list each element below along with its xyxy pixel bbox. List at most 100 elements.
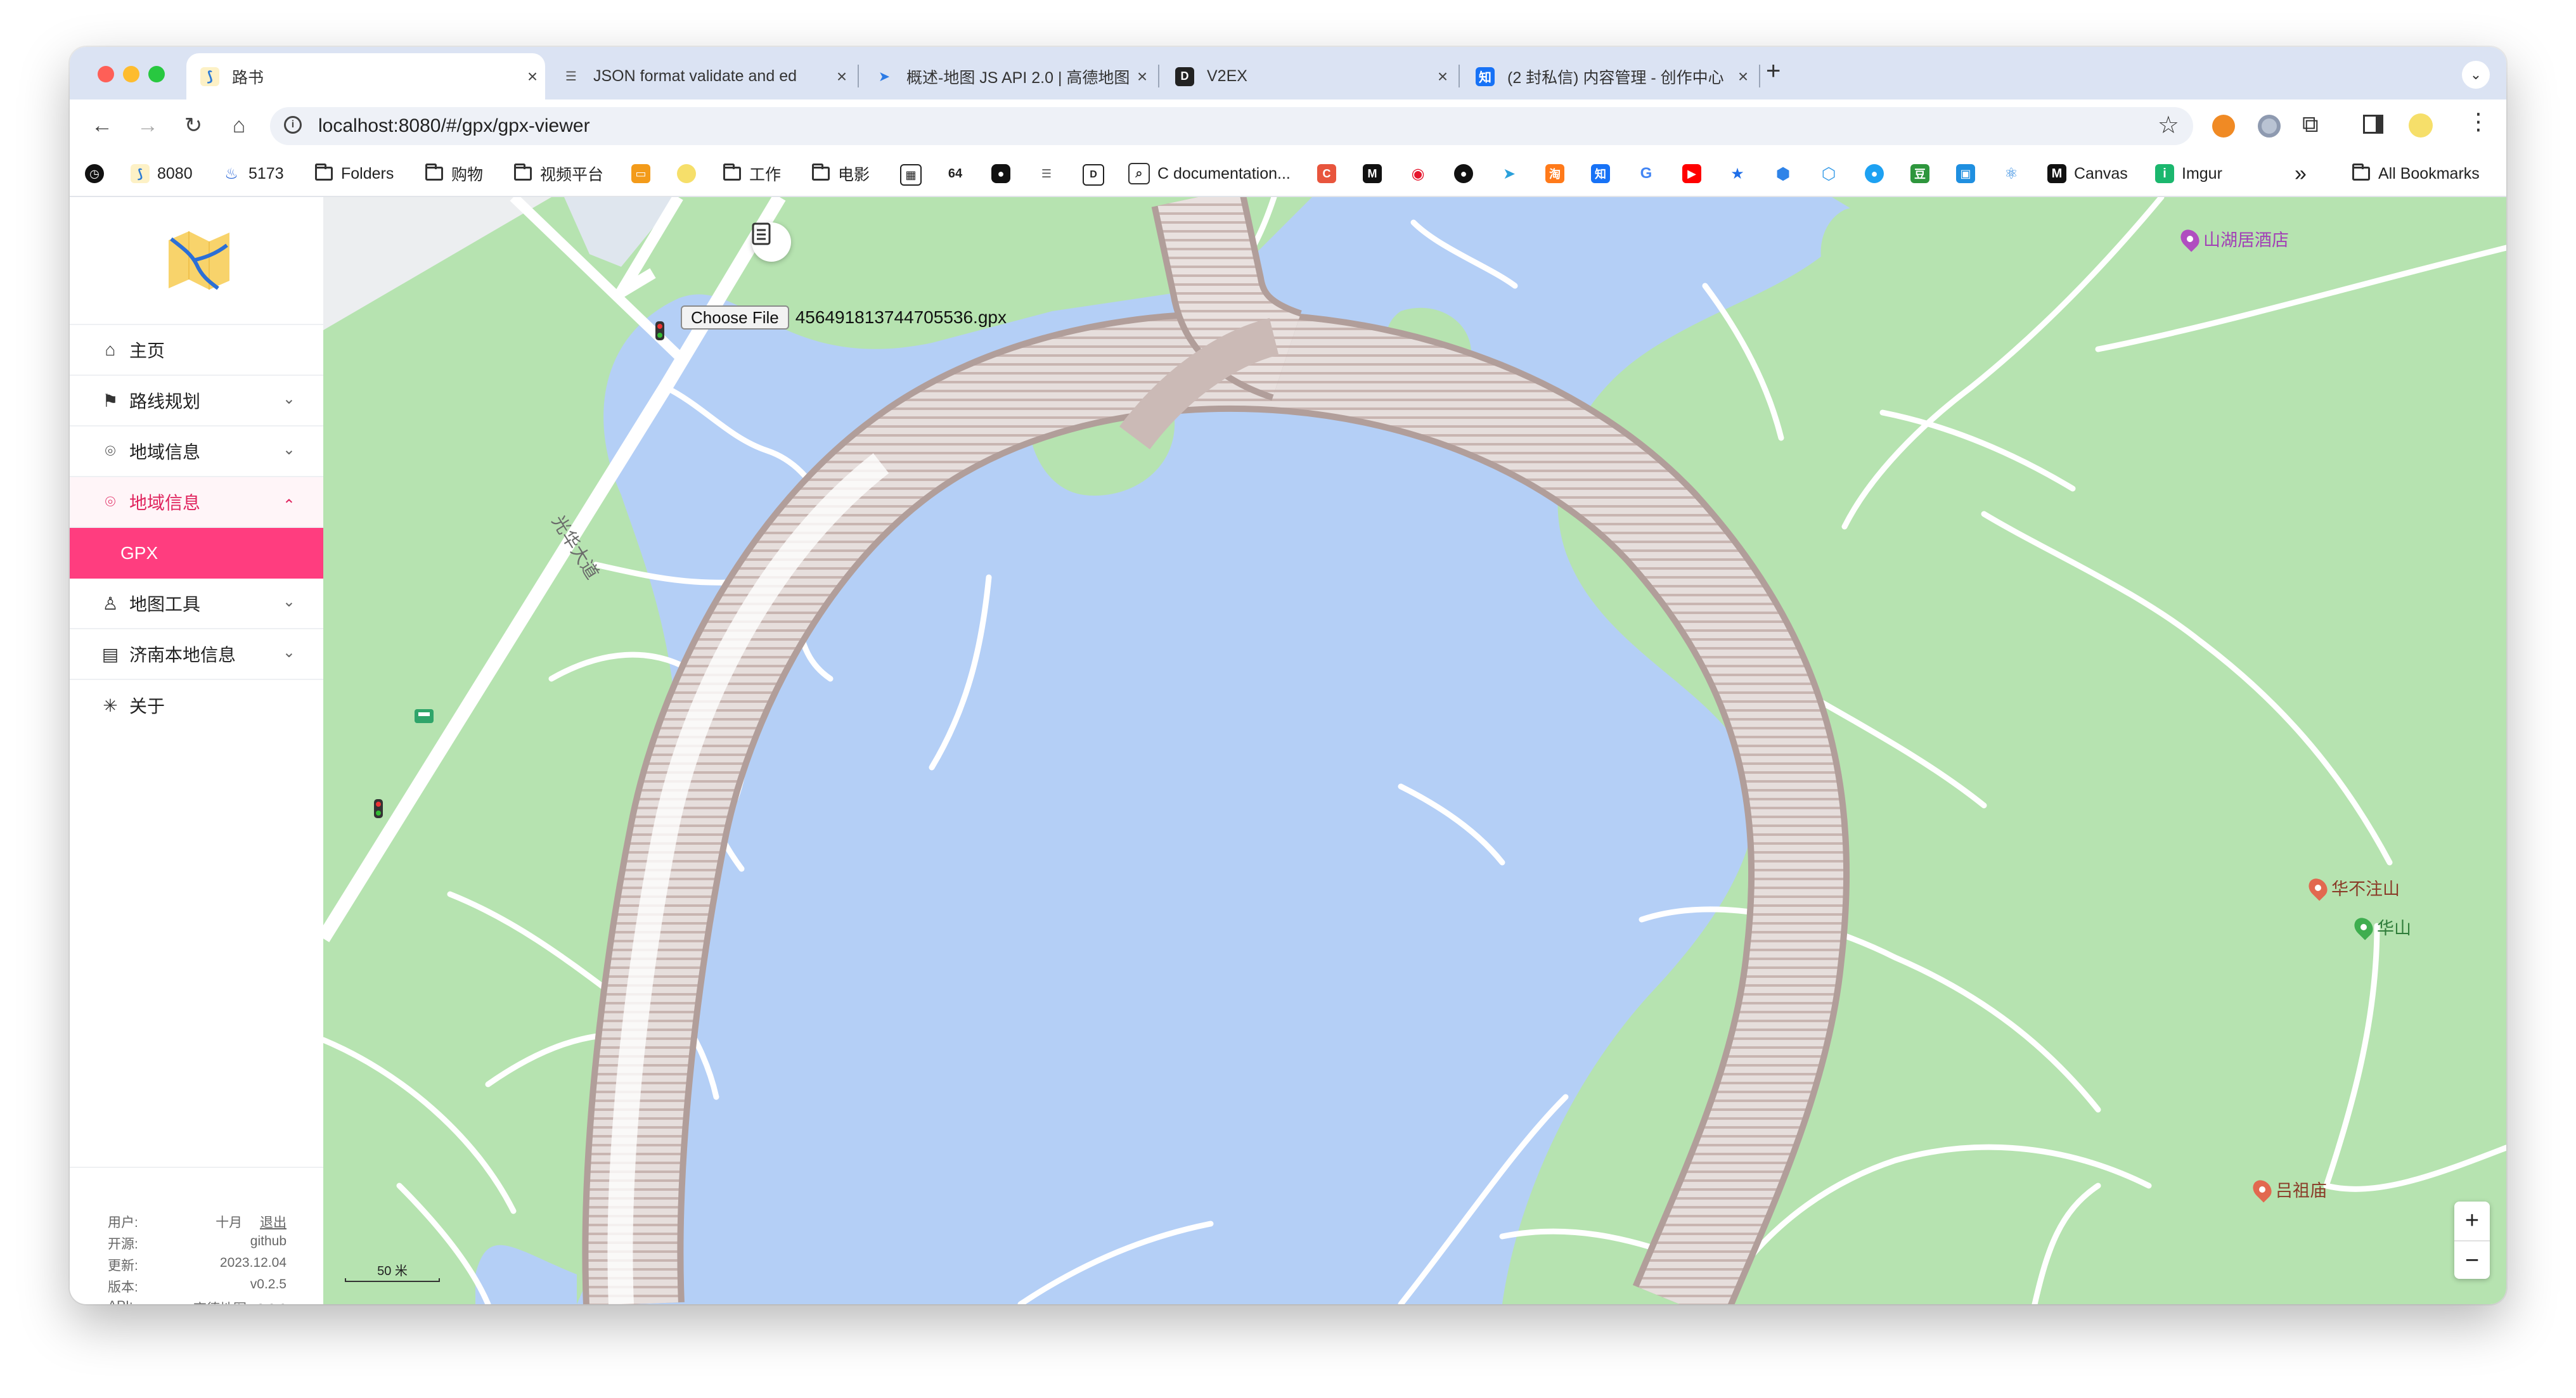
menu-item-map-tools[interactable]: ♙ 地图工具 ⌄ [70, 579, 323, 629]
menu-item-home[interactable]: ⌂ 主页 [70, 325, 323, 376]
maximize-window-button[interactable] [148, 66, 165, 82]
zoom-in-button[interactable]: + [2454, 1202, 2490, 1241]
bookmark-video[interactable]: 视频平台 [513, 151, 603, 196]
poi-shanhuju-hotel[interactable]: 山湖居酒店 [2177, 225, 2289, 252]
taobao-icon[interactable]: 淘 [1545, 164, 1564, 183]
bookmark-8080[interactable]: ⟆ 8080 [131, 151, 193, 196]
tab-json[interactable]: ☰ JSON format validate and ed × [548, 53, 854, 99]
tab-title: V2EX [1207, 67, 1247, 85]
panda-icon[interactable]: ● [991, 164, 1010, 183]
user-name: 十月 [216, 1215, 243, 1230]
menu-item-route-planning[interactable]: ⚑ 路线规划 ⌄ [70, 376, 323, 426]
bird-icon[interactable]: ● [1865, 164, 1884, 183]
close-tab-icon[interactable]: × [1730, 67, 1756, 87]
poi-lvzu-temple[interactable]: 吕祖庙 [2249, 1176, 2327, 1203]
forward-button[interactable]: → [133, 111, 162, 140]
bookmark-movie[interactable]: 电影 [811, 151, 870, 196]
tab-title: (2 封私信) 内容管理 - 创作中心 [1507, 68, 1724, 87]
tab-title: 路书 [232, 68, 264, 87]
tab-v2ex[interactable]: D V2EX × [1161, 53, 1455, 99]
menu-kebab-icon[interactable]: ⋮ [2467, 108, 2490, 135]
url-field[interactable]: i localhost:8080/#/gpx/gpx-viewer ☆ [270, 107, 2193, 145]
document-button[interactable] [752, 222, 791, 262]
bookmark-imgur[interactable]: i Imgur [2155, 151, 2222, 196]
hash-icon[interactable]: 64 [946, 164, 965, 183]
route-book-icon: ⟆ [131, 164, 150, 183]
bookmark-5173[interactable]: ♨ 5173 [222, 151, 283, 196]
tab-route-book[interactable]: ⟆ 路书 × [186, 53, 545, 99]
tab-title: 概述-地图 JS API 2.0 | 高德地图 [906, 68, 1130, 87]
extension-circle-icon[interactable] [2258, 115, 2281, 138]
info-user: 用户: 十月 退出 [108, 1215, 287, 1230]
github-icon[interactable]: ● [1454, 164, 1473, 183]
telegram-icon[interactable]: ➤ [1500, 164, 1519, 183]
close-tab-icon[interactable]: × [520, 67, 545, 87]
board-icon[interactable]: ▣ [1956, 164, 1975, 183]
medium-icon[interactable]: M [1363, 164, 1382, 183]
github-link[interactable]: github [250, 1234, 287, 1249]
google-icon[interactable]: G [1637, 164, 1656, 183]
app-logo[interactable] [164, 222, 233, 296]
zoom-out-button[interactable]: − [2454, 1241, 2490, 1280]
bookmark-star-icon[interactable]: ☆ [2158, 111, 2179, 139]
atom-icon[interactable]: ⚛ [2002, 164, 2021, 183]
chevron-down-icon: ⌄ [282, 644, 295, 661]
bookmarks-bar: ◷ ⟆ 8080 ♨ 5173 Folders 购物 视频平台 ▭ 工作 电影 ▦ … [70, 151, 2506, 197]
tab-amap[interactable]: ➤ 概述-地图 JS API 2.0 | 高德地图 × [861, 53, 1155, 99]
choose-file-button[interactable]: Choose File [681, 305, 789, 330]
close-tab-icon[interactable]: × [1430, 67, 1455, 87]
submenu-item-gpx[interactable]: GPX [70, 528, 323, 579]
close-window-button[interactable] [98, 66, 114, 82]
lines-icon[interactable]: ☰ [1037, 164, 1056, 183]
back-button[interactable]: ← [87, 111, 117, 140]
menu-item-jinan-info[interactable]: ▤ 济南本地信息 ⌄ [70, 629, 323, 680]
close-tab-icon[interactable]: × [829, 67, 854, 87]
menu-item-region-info[interactable]: ⌾ 地域信息 ⌄ [70, 426, 323, 477]
youtube-icon[interactable]: ▶ [1682, 164, 1701, 183]
close-tab-icon[interactable]: × [1130, 67, 1155, 87]
douban-icon[interactable]: 豆 [1910, 164, 1929, 183]
history-clock-icon[interactable]: ◷ [85, 164, 104, 183]
menu-item-about[interactable]: ✳ 关于 [70, 680, 323, 731]
flame-icon: ♨ [224, 165, 238, 183]
chevron-down-icon: ⌄ [2470, 67, 2482, 82]
map-view[interactable]: 光华大道 Choose File 456491813744705536.gpx … [323, 197, 2506, 1304]
zoom-control: + − [2454, 1202, 2490, 1279]
all-bookmarks-folder[interactable]: All Bookmarks [2352, 151, 2480, 196]
bookmark-shopping[interactable]: 购物 [425, 151, 483, 196]
selected-file-name: 456491813744705536.gpx [795, 307, 1007, 327]
bookmark-canvas[interactable]: M Canvas [2047, 151, 2128, 196]
csdn-icon[interactable]: C [1317, 164, 1336, 183]
hex-outline-icon[interactable]: ⬡ [1819, 164, 1838, 183]
star-badge-icon[interactable]: ★ [1728, 164, 1747, 183]
extension-avatar-icon[interactable] [2212, 115, 2235, 138]
reload-button[interactable]: ↻ [179, 111, 208, 140]
bookmark-c-documentation[interactable]: ⌕ C documentation... [1128, 151, 1291, 196]
home-button[interactable]: ⌂ [224, 111, 254, 140]
zhihu-icon[interactable]: 知 [1591, 164, 1610, 183]
menu-item-region-info-open[interactable]: ⌾ 地域信息 ⌃ [70, 477, 323, 528]
book-icon[interactable]: ▭ [631, 164, 650, 183]
poi-huashan[interactable]: 华山 [2350, 913, 2411, 940]
side-panel-icon[interactable] [2363, 115, 2383, 134]
extensions-puzzle-icon[interactable]: ⧉ [2302, 111, 2319, 138]
poi-huabuzhu-mountain[interactable]: 华不注山 [2305, 874, 2400, 901]
tab-zhihu[interactable]: 知 (2 封私信) 内容管理 - 创作中心 × [1462, 53, 1756, 99]
chick-icon[interactable] [677, 164, 696, 183]
more-bookmarks-button[interactable]: » [2295, 151, 2307, 196]
calendar-grid-icon[interactable]: ▦ [900, 164, 922, 186]
weibo-icon[interactable]: ◉ [1408, 164, 1427, 183]
id-card-icon: ▤ [101, 644, 119, 664]
v2ex-icon[interactable]: D [1083, 164, 1104, 186]
profile-avatar-icon[interactable] [2409, 113, 2433, 138]
minimize-window-button[interactable] [123, 66, 139, 82]
hexagon-icon[interactable]: ⬢ [1774, 164, 1793, 183]
bookmark-folders[interactable]: Folders [314, 151, 394, 196]
folder-icon [2352, 164, 2371, 183]
logout-link[interactable]: 退出 [260, 1215, 287, 1230]
new-tab-button[interactable]: + [1766, 57, 1781, 86]
tab-search-button[interactable]: ⌄ [2462, 61, 2490, 89]
bookmark-work[interactable]: 工作 [723, 151, 781, 196]
location-pin-icon: ⌾ [105, 440, 116, 461]
site-info-icon[interactable]: i [284, 116, 302, 134]
